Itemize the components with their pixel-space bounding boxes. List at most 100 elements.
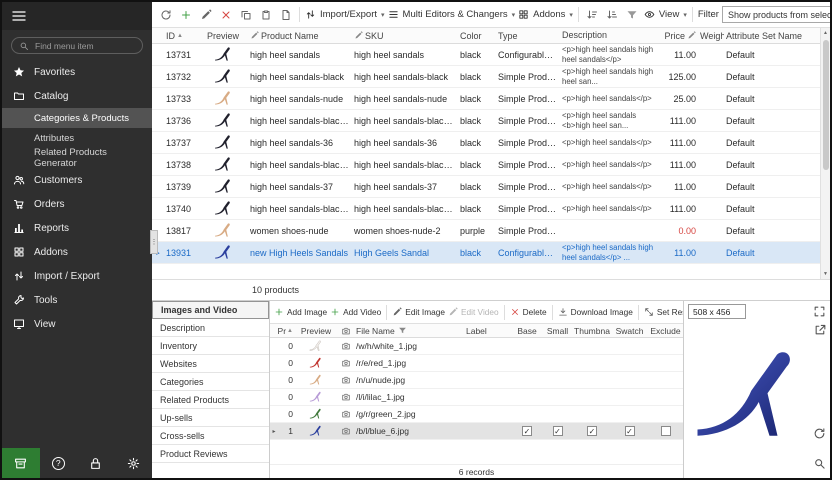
scroll-down-arrow[interactable]: ▼ (821, 269, 830, 279)
sidebar-item-related-products-generator[interactable]: Related Products Generator (2, 148, 152, 168)
panel-collapse-handle[interactable]: ⋮ (150, 230, 158, 254)
media-row[interactable]: 0/g/r/green_2.jpg (270, 406, 683, 423)
column-header-product-name[interactable]: Product Name (248, 31, 352, 41)
delete-product-button[interactable] (217, 6, 234, 23)
product-row-13732[interactable]: 13732high heel sandals-blackhigh heel sa… (152, 66, 820, 88)
product-row-13737[interactable]: 13737high heel sandals-36high heel sanda… (152, 132, 820, 154)
tab-websites[interactable]: Websites (152, 355, 269, 373)
scroll-up-arrow[interactable]: ▲ (821, 28, 830, 38)
edit-image-button[interactable]: Edit Image (392, 307, 445, 317)
tab-images-and-video[interactable]: Images and Video (152, 301, 269, 319)
column-header-description[interactable]: Description (560, 30, 658, 41)
sort-desc-button[interactable] (604, 6, 621, 23)
sidebar-item-view[interactable]: View (2, 312, 152, 336)
sidebar-item-orders[interactable]: Orders (2, 192, 152, 216)
download-image-button[interactable]: Download Image (558, 307, 633, 317)
tab-inventory[interactable]: Inventory (152, 337, 269, 355)
checkbox-small[interactable] (553, 426, 563, 436)
sidebar-item-catalog[interactable]: Catalog (2, 84, 152, 108)
open-external-icon[interactable] (814, 323, 827, 336)
edit-product-button[interactable] (197, 6, 214, 23)
copy-button[interactable] (237, 6, 254, 23)
checkbox-base[interactable] (522, 426, 532, 436)
column-header-priority[interactable]: Pr▲ (278, 326, 296, 336)
gear-button[interactable] (115, 448, 153, 478)
media-row[interactable]: 0/n/u/nude.jpg (270, 372, 683, 389)
view-button[interactable]: View▾ (644, 9, 687, 20)
resize-dimensions-input[interactable]: 508 x 456 (688, 304, 746, 319)
column-header-thumbnail[interactable]: Thumbna (573, 326, 611, 336)
delete-image-button[interactable]: Delete (510, 307, 547, 317)
set-resize-rule-button[interactable]: Set Resize Rule (644, 307, 683, 317)
hamburger-icon (11, 8, 27, 24)
sidebar-item-addons[interactable]: Addons (2, 240, 152, 264)
column-header-preview[interactable]: Preview (198, 31, 248, 41)
refresh-button[interactable] (157, 6, 174, 23)
checkbox-exclude[interactable] (661, 426, 671, 436)
import-export-button[interactable]: Import/Export▾ (305, 9, 385, 20)
scrollbar-thumb[interactable] (823, 40, 829, 170)
store-button[interactable] (2, 448, 40, 478)
add-product-button[interactable] (177, 6, 194, 23)
sidebar-item-customers[interactable]: Customers (2, 168, 152, 192)
media-row[interactable]: 0/r/e/red_1.jpg (270, 355, 683, 372)
refresh-image-icon[interactable] (813, 427, 826, 440)
media-row[interactable]: 0/w/h/white_1.jpg (270, 338, 683, 355)
paste-button[interactable] (257, 6, 274, 23)
column-header-base[interactable]: Base (512, 326, 542, 336)
column-header-sku[interactable]: SKU (352, 31, 458, 41)
media-row[interactable]: 0/l/i/lilac_1.jpg (270, 389, 683, 406)
column-header-label[interactable]: Label (466, 326, 512, 336)
checkbox-swatch[interactable] (625, 426, 635, 436)
duplicate-button[interactable] (277, 6, 294, 23)
sidebar-item-reports[interactable]: Reports (2, 216, 152, 240)
column-header-price[interactable]: Price (658, 31, 698, 41)
tab-cross-sells[interactable]: Cross-sells (152, 427, 269, 445)
sort-asc-button[interactable] (584, 6, 601, 23)
product-row-13739[interactable]: 13739high heel sandals-37high heel sanda… (152, 176, 820, 198)
menu-search-input[interactable]: Find menu item (11, 37, 143, 54)
tab-product-reviews[interactable]: Product Reviews (152, 445, 269, 463)
column-header-small[interactable]: Small (542, 326, 573, 336)
sidebar-item-categories-products[interactable]: Categories & Products (2, 108, 152, 128)
column-header-preview[interactable]: Preview (296, 326, 336, 336)
product-row-13740[interactable]: 13740high heel sandals-black-38high heel… (152, 198, 820, 220)
add-video-button[interactable]: Add Video (330, 307, 381, 317)
fullscreen-icon[interactable] (813, 305, 826, 318)
column-header-exclude[interactable]: Exclude (648, 326, 683, 336)
product-row-13733[interactable]: 13733high heel sandals-nudehigh heel san… (152, 88, 820, 110)
column-header-swatch[interactable]: Swatch (611, 326, 648, 336)
media-row[interactable]: ▸1/b/l/blue_6.jpg (270, 423, 683, 440)
sidebar-item-attributes[interactable]: Attributes (2, 128, 152, 148)
column-header-type[interactable]: Type (496, 31, 560, 41)
clear-filter-button[interactable] (624, 6, 641, 23)
product-row-13738[interactable]: 13738high heel sandals-black-37high heel… (152, 154, 820, 176)
product-row-13931[interactable]: ▸13931new High Heels SandalsHigh Geels S… (152, 242, 820, 264)
checkbox-thumbnail[interactable] (587, 426, 597, 436)
lock-button[interactable] (77, 448, 115, 478)
filter-select[interactable]: Show products from selected categories▾ (722, 6, 830, 23)
tab-categories[interactable]: Categories (152, 373, 269, 391)
add-image-button[interactable]: Add Image (274, 307, 327, 317)
zoom-icon[interactable] (813, 457, 826, 470)
product-row-13817[interactable]: 13817women shoes-nudewomen shoes-nude-2p… (152, 220, 820, 242)
tab-up-sells[interactable]: Up-sells (152, 409, 269, 427)
sidebar-item-import-export[interactable]: Import / Export (2, 264, 152, 288)
column-header-file-name[interactable]: File Name (356, 326, 466, 336)
edit-video-button[interactable]: Edit Video (448, 307, 499, 317)
tab-related-products[interactable]: Related Products (152, 391, 269, 409)
tab-description[interactable]: Description (152, 319, 269, 337)
menu-toggle-button[interactable] (2, 2, 152, 30)
vertical-scrollbar[interactable]: ▲ ▼ (820, 28, 830, 279)
product-row-13736[interactable]: 13736high heel sandals-black-36high heel… (152, 110, 820, 132)
column-header-color[interactable]: Color (458, 31, 496, 41)
multi-editors-button[interactable]: Multi Editors & Changers▾ (388, 9, 516, 20)
column-header-id[interactable]: ID▲ (164, 31, 198, 41)
addons-button[interactable]: Addons▾ (518, 9, 573, 20)
product-row-13731[interactable]: 13731high heel sandalshigh heel sandalsb… (152, 44, 820, 66)
sidebar-item-favorites[interactable]: Favorites (2, 60, 152, 84)
question-button[interactable]: ? (40, 448, 78, 478)
column-header-attribute-set[interactable]: Attribute Set Name (724, 31, 820, 41)
sidebar-item-tools[interactable]: Tools (2, 288, 152, 312)
column-header-weight[interactable]: Weight (698, 31, 724, 41)
